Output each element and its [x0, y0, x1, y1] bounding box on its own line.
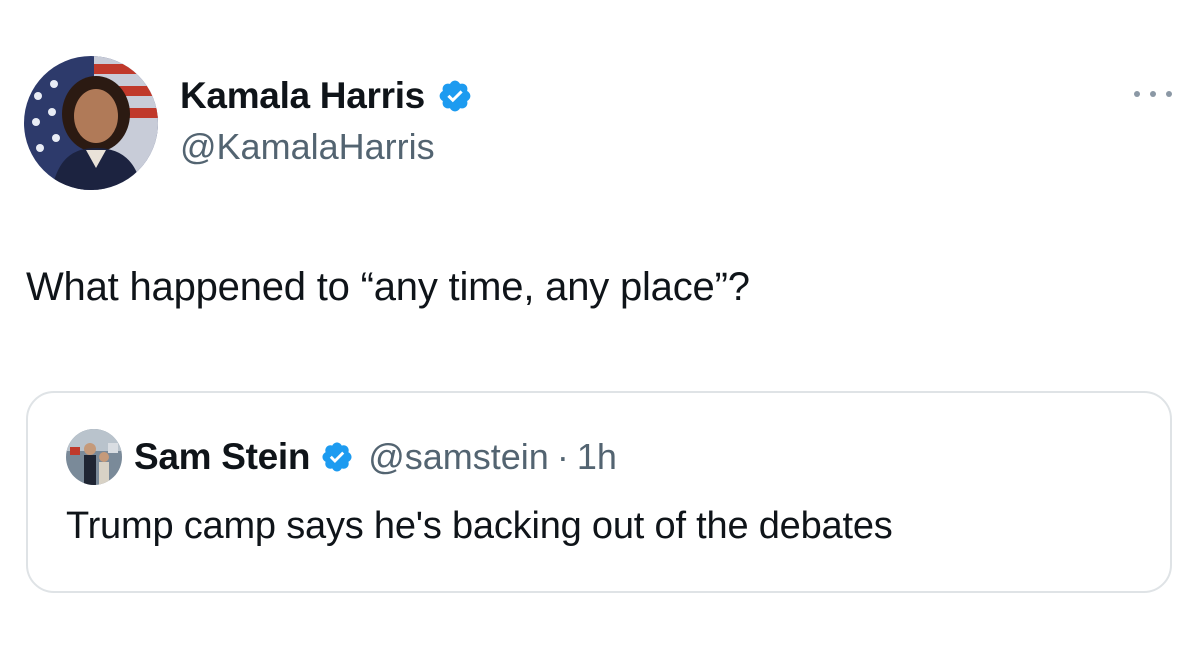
verified-badge-icon[interactable]: [437, 78, 473, 114]
author-block: Kamala Harris @KamalaHarris: [180, 72, 473, 168]
quoted-verified-badge-icon[interactable]: [320, 440, 354, 474]
tweet-card: Kamala Harris @KamalaHarris What happene…: [0, 0, 1200, 650]
author-name-row: Kamala Harris: [180, 72, 473, 120]
author-display-name[interactable]: Kamala Harris: [180, 75, 425, 117]
portrait-avatar-icon: [24, 56, 158, 190]
author-handle[interactable]: @KamalaHarris: [180, 126, 473, 168]
quoted-author-handle[interactable]: @samstein: [368, 436, 549, 478]
portrait-avatar-small-icon: [66, 429, 122, 485]
quoted-tweet-header: Sam Stein @samstein · 1h: [66, 429, 617, 485]
more-horizontal-icon[interactable]: [1134, 80, 1172, 108]
more-dot: [1134, 91, 1140, 97]
quoted-author-avatar[interactable]: [66, 429, 122, 485]
more-dot: [1166, 91, 1172, 97]
author-avatar[interactable]: [24, 56, 158, 190]
quoted-separator: ·: [556, 436, 569, 477]
quoted-author-display-name[interactable]: Sam Stein: [134, 436, 311, 478]
quoted-tweet-text: Trump camp says he's backing out of the …: [66, 505, 893, 547]
more-dot: [1150, 91, 1156, 97]
quoted-tweet-card[interactable]: Sam Stein @samstein · 1h Trump camp says…: [26, 391, 1172, 593]
quoted-timestamp[interactable]: 1h: [577, 436, 617, 478]
tweet-text: What happened to “any time, any place”?: [26, 265, 750, 309]
